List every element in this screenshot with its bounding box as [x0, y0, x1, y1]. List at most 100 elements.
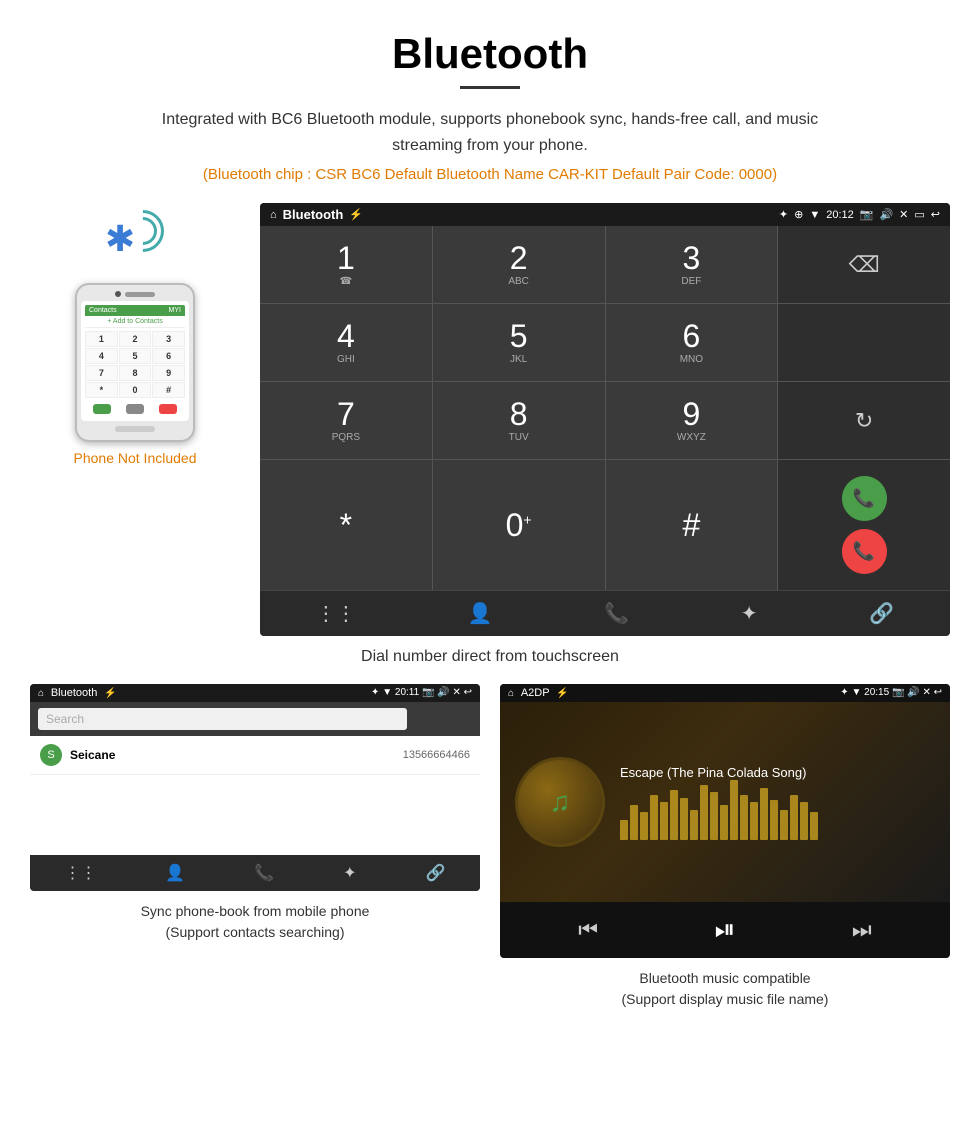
dial-empty-1: [778, 304, 950, 381]
pb-usb-icon: ⚡: [104, 688, 116, 699]
music-bar: [620, 820, 628, 840]
pb-nav-grid[interactable]: ⋮⋮: [64, 863, 96, 883]
music-signal-icon: ▼: [851, 687, 861, 698]
dial-refresh[interactable]: ↻: [778, 382, 950, 459]
music-bar: [790, 795, 798, 840]
dial-key-hash[interactable]: #: [606, 460, 778, 590]
phonebook-caption-line2: (Support contacts searching): [166, 924, 345, 940]
phone-key-hash: #: [152, 382, 185, 398]
dial-key-8[interactable]: 8 TUV: [433, 382, 605, 459]
phone-add-contact: + Add to Contacts: [85, 316, 185, 328]
phone-top-bar: [81, 291, 189, 297]
bt-status-icon: ✦: [779, 208, 788, 221]
main-section: ✱ Contacts MYI + Add to Contacts 1 2 3: [0, 203, 980, 636]
dial-key-9[interactable]: 9 WXYZ: [606, 382, 778, 459]
contacts-label: Contacts: [89, 307, 117, 314]
music-bar: [700, 785, 708, 840]
music-bar: [630, 805, 638, 840]
dial-call-button[interactable]: 📞: [842, 476, 887, 521]
pb-vol-icon: 🔊: [437, 687, 449, 698]
pb-app-name: Bluetooth: [51, 687, 97, 699]
music-screenshot-block: ⌂ A2DP ⚡ ✦ ▼ 20:15 📷 🔊 ✕ ↩ ♫: [500, 684, 950, 1010]
phonebook-caption: Sync phone-book from mobile phone (Suppo…: [141, 901, 370, 943]
dial-backspace[interactable]: ⌫: [778, 226, 950, 303]
pb-signal-icon: ▼: [382, 687, 392, 698]
music-visualizer: [620, 790, 935, 840]
music-prev-button[interactable]: ⏮: [578, 917, 598, 943]
nav-bluetooth-icon[interactable]: ✦: [741, 601, 758, 626]
pb-close-icon: ✕: [452, 687, 460, 698]
music-home-icon: ⌂: [508, 688, 514, 699]
music-bar: [750, 802, 758, 840]
music-close-icon: ✕: [922, 687, 930, 698]
music-play-pause-button[interactable]: ⏯: [715, 914, 736, 946]
pb-nav-phone[interactable]: 📞: [254, 863, 274, 883]
pb-contact-row[interactable]: S Seicane 13566664466: [30, 736, 480, 775]
window-icon: ▭: [914, 208, 924, 221]
music-status-bar: ⌂ A2DP ⚡ ✦ ▼ 20:15 📷 🔊 ✕ ↩: [500, 684, 950, 702]
android-dialpad-screen: ⌂ Bluetooth ⚡ ✦ ⊕ ▼ 20:12 📷 🔊 ✕ ▭ ↩ 1 ☎: [260, 203, 950, 636]
dial-key-0[interactable]: 0+: [433, 460, 605, 590]
phone-speaker: [125, 292, 155, 297]
music-bar: [710, 792, 718, 840]
music-app-name: A2DP: [521, 687, 550, 699]
phone-key-6: 6: [152, 348, 185, 364]
dial-key-2[interactable]: 2 ABC: [433, 226, 605, 303]
music-content: ♫ Escape (The Pina Colada Song): [500, 702, 950, 902]
phone-key-5: 5: [119, 348, 152, 364]
phone-end-button: [159, 404, 177, 414]
volume-icon: 🔊: [879, 208, 893, 221]
music-back-icon: ↩: [934, 687, 942, 698]
title-divider: [460, 86, 520, 89]
dial-end-button[interactable]: 📞: [842, 529, 887, 574]
signal-icon: ▼: [809, 209, 820, 221]
dial-key-7[interactable]: 7 PQRS: [260, 382, 432, 459]
dial-key-5[interactable]: 5 JKL: [433, 304, 605, 381]
close-icon: ✕: [899, 208, 908, 221]
pb-nav-bluetooth[interactable]: ✦: [343, 863, 356, 883]
music-time: 20:15: [864, 687, 889, 698]
pb-nav-link[interactable]: 🔗: [426, 863, 446, 883]
pb-status-left: ⌂ Bluetooth ⚡: [38, 687, 117, 699]
phone-key-star: *: [85, 382, 118, 398]
music-vol-icon: 🔊: [907, 687, 919, 698]
phonebook-screen: ⌂ Bluetooth ⚡ ✦ ▼ 20:11 📷 🔊 ✕ ↩ Search: [30, 684, 480, 891]
dial-action-buttons: 📞 📞: [778, 460, 950, 590]
dial-key-4[interactable]: 4 GHI: [260, 304, 432, 381]
nav-phone-icon[interactable]: 📞: [604, 601, 629, 626]
pb-camera-icon: 📷: [422, 687, 434, 698]
pb-contact-number: 13566664466: [403, 749, 470, 761]
phone-bottom-row: [85, 401, 185, 417]
phone-camera: [115, 291, 121, 297]
nav-link-icon[interactable]: 🔗: [869, 601, 894, 626]
pb-bt-icon: ✦: [371, 687, 379, 698]
dial-key-3[interactable]: 3 DEF: [606, 226, 778, 303]
phone-key-1: 1: [85, 331, 118, 347]
nav-grid-icon[interactable]: ⋮⋮: [316, 601, 356, 626]
dial-key-6[interactable]: 6 MNO: [606, 304, 778, 381]
phone-screen: Contacts MYI + Add to Contacts 1 2 3 4 5…: [81, 301, 189, 421]
music-bar: [810, 812, 818, 840]
music-next-button[interactable]: ⏭: [852, 917, 872, 943]
pb-status-bar: ⌂ Bluetooth ⚡ ✦ ▼ 20:11 📷 🔊 ✕ ↩: [30, 684, 480, 702]
dial-key-star[interactable]: *: [260, 460, 432, 590]
pb-search-input[interactable]: Search: [38, 708, 407, 730]
nav-contacts-icon[interactable]: 👤: [468, 601, 493, 626]
bottom-screenshots: ⌂ Bluetooth ⚡ ✦ ▼ 20:11 📷 🔊 ✕ ↩ Search: [0, 684, 980, 1010]
pb-contact-letter: S: [40, 744, 62, 766]
music-caption-line1: Bluetooth music compatible: [639, 970, 810, 986]
music-status-left: ⌂ A2DP ⚡: [508, 687, 569, 699]
music-bar: [660, 802, 668, 840]
page-subtitle: Integrated with BC6 Bluetooth module, su…: [130, 107, 850, 158]
phone-screen-header: Contacts MYI: [85, 305, 185, 316]
dial-key-1[interactable]: 1 ☎: [260, 226, 432, 303]
music-bar: [780, 810, 788, 840]
music-camera-icon: 📷: [892, 687, 904, 698]
pb-nav-contacts[interactable]: 👤: [165, 863, 185, 883]
status-bar-left: ⌂ Bluetooth ⚡: [270, 207, 363, 222]
music-status-right: ✦ ▼ 20:15 📷 🔊 ✕ ↩: [840, 687, 942, 699]
phone-call-button: [93, 404, 111, 414]
phone-not-included-label: Phone Not Included: [74, 450, 197, 466]
phone-key-3: 3: [152, 331, 185, 347]
pb-home-icon: ⌂: [38, 688, 44, 699]
